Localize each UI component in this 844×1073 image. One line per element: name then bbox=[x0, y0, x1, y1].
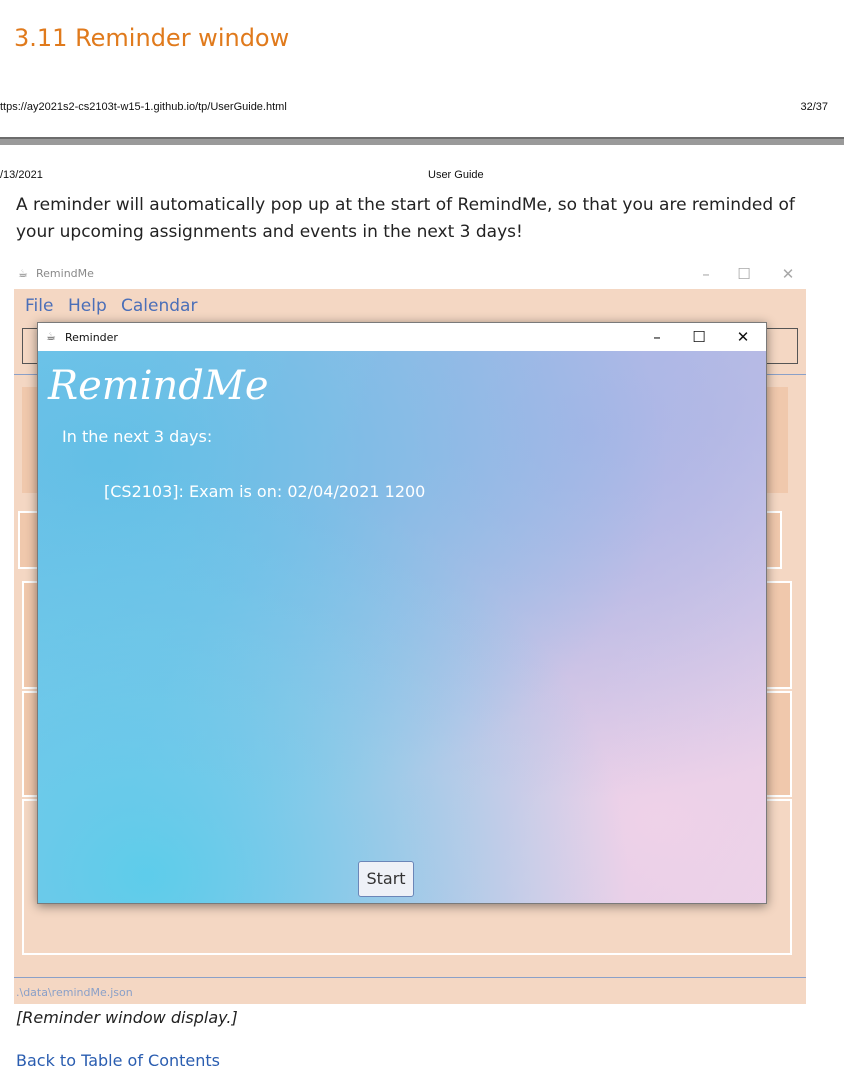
menu-file[interactable]: File bbox=[25, 296, 53, 316]
figure-caption: [Reminder window display.] bbox=[16, 1008, 238, 1027]
print-doc-title: User Guide bbox=[428, 169, 484, 181]
start-button[interactable]: Start bbox=[358, 861, 414, 897]
app-java-icon: ☕ bbox=[18, 267, 28, 280]
close-icon[interactable]: ✕ bbox=[773, 263, 803, 285]
reminder-logo: RemindMe bbox=[48, 363, 269, 409]
reminder-body: RemindMe In the next 3 days: [CS2103]: E… bbox=[38, 351, 766, 903]
minimize-icon[interactable]: – bbox=[691, 263, 721, 285]
status-bar: .\data\remindMe.json bbox=[14, 977, 806, 1004]
print-page-number: 32/37 bbox=[800, 101, 828, 113]
reminder-minimize-icon[interactable]: – bbox=[640, 326, 674, 348]
reminder-java-icon: ☕ bbox=[46, 330, 56, 343]
menu-calendar[interactable]: Calendar bbox=[121, 296, 197, 316]
status-path: .\data\remindMe.json bbox=[16, 986, 133, 999]
maximize-icon[interactable]: ☐ bbox=[729, 263, 759, 285]
reminder-close-icon[interactable]: ✕ bbox=[726, 326, 760, 348]
back-to-toc-link[interactable]: Back to Table of Contents bbox=[16, 1051, 220, 1070]
reminder-subtitle: In the next 3 days: bbox=[62, 427, 213, 446]
reminder-item: [CS2103]: Exam is on: 02/04/2021 1200 bbox=[104, 482, 426, 501]
app-titlebar: ☕ RemindMe – ☐ ✕ bbox=[14, 259, 806, 289]
app-title: RemindMe bbox=[36, 267, 94, 280]
print-url: ttps://ay2021s2-cs2103t-w15-1.github.io/… bbox=[0, 101, 287, 113]
reminder-title: Reminder bbox=[65, 331, 118, 344]
reminder-window: ☕ Reminder – ☐ ✕ RemindMe In the next 3 … bbox=[37, 322, 767, 904]
intro-paragraph: A reminder will automatically pop up at … bbox=[16, 195, 795, 242]
page-separator bbox=[0, 137, 844, 145]
section-title: 3.11 Reminder window bbox=[14, 24, 290, 52]
print-date: /13/2021 bbox=[0, 169, 43, 181]
reminder-titlebar: ☕ Reminder – ☐ ✕ bbox=[38, 323, 766, 351]
menu-help[interactable]: Help bbox=[68, 296, 107, 316]
reminder-maximize-icon[interactable]: ☐ bbox=[682, 326, 716, 348]
